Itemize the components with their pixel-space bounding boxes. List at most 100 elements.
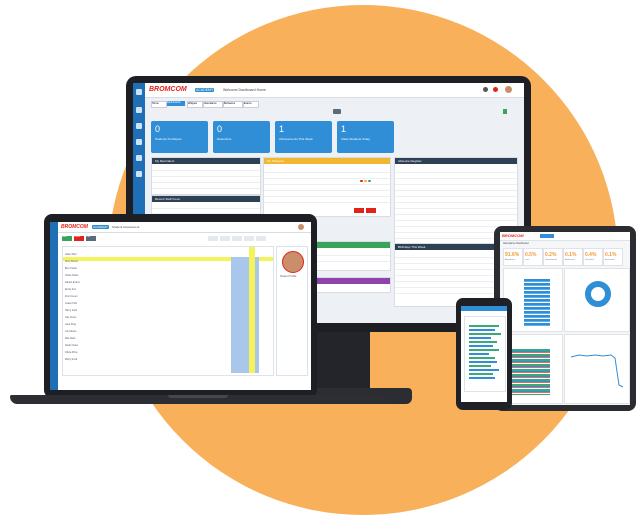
student-name[interactable]: Adam Bell: [65, 253, 76, 256]
tile-label: Achievements This Week: [279, 137, 313, 141]
tab-exams[interactable]: Exams: [243, 101, 259, 108]
student-profile-panel: Student Profile: [276, 246, 308, 376]
dashboard-title: Attendance Dashboard: [503, 242, 529, 245]
panel-students: My Students: [263, 157, 391, 217]
cancel-button[interactable]: Cancel: [74, 236, 84, 241]
panel-title: My Students: [264, 158, 390, 164]
brand-pill: ACADEMY: [195, 88, 215, 92]
laptop-topbar: BROMCOM ACADEMY Student Assessment: [58, 222, 311, 233]
student-name[interactable]: Alice Brown: [65, 260, 78, 263]
brand-logo: BROMCOM: [149, 86, 187, 93]
student-name[interactable]: Emily Fox: [65, 288, 76, 291]
student-name[interactable]: Daniel Evans: [65, 281, 80, 284]
line-chart: [570, 354, 624, 388]
notification-icon[interactable]: [493, 87, 498, 92]
print-button[interactable]: Print: [86, 236, 96, 241]
stat-exclusions: 0.1% Exclusions: [603, 248, 623, 266]
monitor-topbar: BROMCOM ACADEMY Welcome Dashboard Home: [145, 83, 524, 98]
tile-value: 1: [341, 124, 347, 134]
document-icon[interactable]: [136, 155, 142, 161]
toolbar-button[interactable]: [220, 236, 230, 241]
home-icon[interactable]: [136, 89, 142, 95]
stat-persistent: 0.4% Persistent: [583, 248, 603, 266]
student-name[interactable]: Mia Nash: [65, 337, 76, 340]
laptop-sidebar: [50, 222, 58, 390]
tablet-screen: BROMCOM Attendance Dashboard 91.6% Attend…: [500, 232, 630, 405]
chart-icon[interactable]: [136, 139, 142, 145]
panel-reminders: My Reminders: [151, 157, 261, 195]
tile-achievements[interactable]: 1 Achievements This Week: [275, 121, 332, 153]
action-button[interactable]: [354, 208, 364, 213]
tab-behaviour[interactable]: Behaviour: [223, 101, 243, 108]
tile-detentions[interactable]: 0 Detentions: [213, 121, 270, 153]
tile-value: 0: [217, 124, 223, 134]
bar-chart-panel: [503, 268, 563, 332]
tile-class-students[interactable]: 1 Class Students Today: [337, 121, 394, 153]
brand-logo: BROMCOM: [502, 233, 524, 238]
save-button[interactable]: Save: [62, 236, 72, 241]
student-name[interactable]: Grace Hall: [65, 302, 77, 305]
student-name[interactable]: Isla Jones: [65, 316, 76, 319]
tablet-topbar: BROMCOM: [500, 232, 630, 241]
tile-label: Detentions: [217, 137, 232, 141]
tab-home[interactable]: Home: [151, 101, 167, 108]
panel-title: My Reminders: [152, 158, 260, 164]
highlighted-column: [249, 247, 255, 373]
phone-chart: [464, 316, 506, 392]
laptop-notch: [168, 395, 228, 398]
avatar[interactable]: [298, 224, 304, 230]
calendar-icon[interactable]: [136, 107, 142, 113]
stat-authorised: 0.1% Authorised: [563, 248, 583, 266]
line-chart-panel: [564, 334, 630, 404]
panel-title: Recent Staff Cover: [152, 196, 260, 202]
action-button[interactable]: [366, 208, 376, 213]
logo-icon: [503, 109, 513, 115]
add-widget-icon[interactable]: [333, 109, 341, 114]
tile-value: 1: [279, 124, 285, 134]
laptop-toolbar: [208, 236, 278, 241]
toolbar-button[interactable]: [256, 236, 266, 241]
stat-late: 0.5% Late: [523, 248, 543, 266]
tab-attendance[interactable]: Attendance: [203, 101, 223, 108]
student-name[interactable]: Finn Green: [65, 295, 78, 298]
student-name[interactable]: Noah Owen: [65, 344, 78, 347]
donut-panel: [564, 268, 630, 332]
users-icon[interactable]: [136, 123, 142, 129]
student-name[interactable]: Jack King: [65, 323, 76, 326]
bar-chart: [512, 349, 550, 395]
tab-active[interactable]: [540, 234, 554, 238]
brand-pill: ACADEMY: [92, 225, 109, 229]
stat-unauthorised: 0.2% Unauthorised: [543, 248, 563, 266]
phone-screen: [461, 306, 507, 402]
status-dots: [360, 169, 372, 187]
student-name[interactable]: Ruby Scott: [65, 358, 77, 361]
help-icon[interactable]: [483, 87, 488, 92]
student-name[interactable]: Chloe Davis: [65, 274, 78, 277]
phone-topbar: [461, 306, 507, 311]
tile-students-on-report[interactable]: 0 Students On Report: [151, 121, 208, 153]
toolbar-button[interactable]: [232, 236, 242, 241]
student-name[interactable]: Harry Irwin: [65, 309, 77, 312]
tab-widgets[interactable]: Widgets: [187, 101, 203, 108]
tile-label: Students On Report: [155, 137, 182, 141]
assessment-grid: Adam Bell Alice Brown Ben Carter Chloe D…: [62, 246, 274, 376]
toolbar-button[interactable]: [244, 236, 254, 241]
student-name[interactable]: Lily Moore: [65, 330, 77, 333]
bar-chart-panel-2: [503, 334, 563, 404]
laptop-screen: BROMCOM ACADEMY Student Assessment Save …: [50, 222, 311, 390]
bar-chart: [524, 279, 550, 327]
brand-logo: BROMCOM: [61, 224, 88, 230]
tile-value: 0: [155, 124, 161, 134]
donut-chart: [585, 281, 611, 307]
panel-title: Absence Register: [395, 158, 517, 164]
tab-dashboards[interactable]: Dashboards: [167, 101, 185, 106]
toolbar-button[interactable]: [208, 236, 218, 241]
student-name[interactable]: Ben Carter: [65, 267, 77, 270]
page-title: Welcome Dashboard Home: [223, 88, 266, 92]
student-photo: [282, 251, 304, 273]
settings-icon[interactable]: [136, 171, 142, 177]
avatar[interactable]: [505, 86, 512, 93]
student-name[interactable]: Olivia Price: [65, 351, 78, 354]
tile-label: Class Students Today: [341, 137, 370, 141]
stat-attendance: 91.6% Attendance: [503, 248, 523, 266]
